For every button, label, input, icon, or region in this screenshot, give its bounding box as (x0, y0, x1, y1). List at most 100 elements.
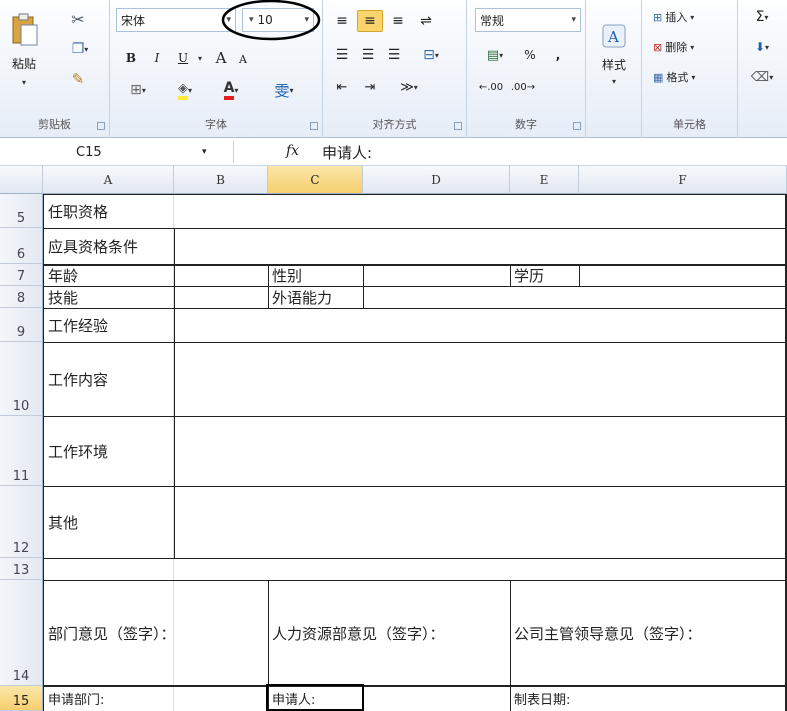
align-top-button[interactable]: ≡ (331, 10, 353, 32)
format-painter-button[interactable]: ✎ (58, 68, 98, 90)
bold-button[interactable]: B (120, 46, 142, 70)
underline-dropdown[interactable]: ▾ (194, 46, 206, 70)
row-header-11[interactable]: 11 (0, 416, 43, 486)
chevron-down-icon: ▾ (202, 147, 207, 157)
increase-indent-icon: ⇥ (364, 79, 376, 95)
alignment-group: ≡ ≡ ≡ ⇌ ☰ ☰ ☰ ⊟ ▾ ⇤ ⇥ ≫ ▾ 对齐方式 (323, 0, 467, 138)
name-box[interactable]: C15 ▾ (4, 141, 234, 163)
fill-button[interactable]: ⬇ ▾ (744, 36, 780, 58)
cell-e14[interactable]: 公司主管领导意见（签字）： (514, 580, 702, 686)
cell-c14[interactable]: 人力资源部意见（签字）： (272, 580, 445, 686)
fill-color-button[interactable]: ◈ ▾ (164, 78, 206, 102)
row-header-15[interactable]: 15 (0, 686, 43, 711)
select-all-corner[interactable] (0, 166, 43, 194)
currency-icon: ▤ (486, 47, 500, 63)
align-right-button[interactable]: ☰ (383, 44, 405, 66)
cell-a8[interactable]: 技能 (48, 286, 78, 308)
row-header-8[interactable]: 8 (0, 286, 43, 308)
cell-c8[interactable]: 外语能力 (272, 286, 332, 308)
svg-text:A: A (607, 28, 619, 46)
cell-a10[interactable]: 工作内容 (48, 342, 108, 416)
number-format-combo[interactable]: 常规 ▾ (475, 8, 581, 32)
align-left-icon: ☰ (335, 47, 349, 63)
border-row-11-top (43, 416, 785, 417)
cell-c15[interactable]: 申请人: (272, 686, 315, 711)
orientation-button[interactable]: ≫ ▾ (389, 76, 429, 98)
cell-a5[interactable]: 任职资格 (48, 194, 108, 228)
cell-a15[interactable]: 申请部门: (48, 686, 104, 711)
highlight-ellipse (221, 0, 321, 41)
format-button[interactable]: ▦ 格式 ▾ (652, 66, 732, 88)
cut-button[interactable]: ✂ (58, 8, 98, 30)
formula-input[interactable]: 申请人: (322, 142, 372, 163)
styles-button[interactable]: A 样式 ▾ (592, 6, 636, 102)
column-header-b[interactable]: B (174, 166, 268, 194)
decrease-decimal-icon: .00→ (510, 81, 536, 93)
autosum-button[interactable]: Σ ▾ (744, 6, 780, 28)
column-header-f[interactable]: F (579, 166, 787, 194)
border-button[interactable]: ⊞ ▾ (118, 78, 158, 102)
border-row-8-top (43, 286, 785, 287)
delete-button[interactable]: ⊠ 删除 ▾ (652, 36, 732, 58)
font-name-combo[interactable]: 宋体 ▾ (116, 8, 236, 32)
row-header-5[interactable]: 5 (0, 194, 43, 228)
align-right-icon: ☰ (387, 47, 401, 63)
row-header-12[interactable]: 12 (0, 486, 43, 558)
underline-button[interactable]: U (172, 46, 194, 70)
row-header-10[interactable]: 10 (0, 342, 43, 416)
column-header-d[interactable]: D (363, 166, 510, 194)
insert-button[interactable]: ⊞ 插入 ▾ (652, 6, 732, 28)
column-header-c[interactable]: C (268, 166, 363, 194)
cell-a11[interactable]: 工作环境 (48, 416, 108, 486)
copy-button[interactable]: ❐ ▾ (58, 38, 102, 60)
font-color-button[interactable]: A ▾ (210, 78, 252, 102)
row-header-14[interactable]: 14 (0, 580, 43, 686)
increase-indent-button[interactable]: ⇥ (359, 76, 381, 98)
decrease-decimal-button[interactable]: .00→ (509, 76, 537, 98)
merge-center-button[interactable]: ⊟ ▾ (411, 44, 451, 66)
align-bottom-button[interactable]: ≡ (387, 10, 409, 32)
clipboard-launcher[interactable] (97, 122, 105, 130)
paste-button[interactable]: 粘贴 ▾ (6, 4, 42, 96)
clear-button[interactable]: ⌫ ▾ (744, 66, 780, 88)
alignment-launcher[interactable] (454, 122, 462, 130)
grow-font-button[interactable]: A (210, 46, 232, 70)
align-center-button[interactable]: ☰ (357, 44, 379, 66)
cell-e15[interactable]: 制表日期: (514, 686, 570, 711)
styles-label: 样式 (601, 58, 626, 72)
column-header-a[interactable]: A (43, 166, 174, 194)
phonetic-button[interactable]: 雯 ▾ (262, 78, 306, 102)
cell-a9[interactable]: 工作经验 (48, 308, 108, 342)
decrease-indent-button[interactable]: ⇤ (331, 76, 353, 98)
align-center-icon: ☰ (361, 47, 375, 63)
brush-icon: ✎ (71, 70, 85, 88)
cell-a14[interactable]: 部门意见（签字）： (48, 580, 176, 686)
increase-decimal-button[interactable]: ←.00 (477, 76, 505, 98)
font-launcher[interactable] (310, 122, 318, 130)
cell-c7[interactable]: 性别 (272, 264, 302, 286)
comma-button[interactable]: , (547, 44, 569, 66)
paste-label: 粘贴 (11, 57, 36, 71)
border-row-6-top (43, 228, 785, 229)
row-header-7[interactable]: 7 (0, 264, 43, 286)
align-middle-button[interactable]: ≡ (357, 10, 383, 32)
row-header-9[interactable]: 9 (0, 308, 43, 342)
cell-a6[interactable]: 应具资格条件 (48, 228, 138, 264)
cell-a12[interactable]: 其他 (48, 486, 78, 558)
cell-e7[interactable]: 学历 (514, 264, 544, 286)
cell-a7[interactable]: 年龄 (48, 264, 78, 286)
italic-button[interactable]: I (146, 46, 168, 70)
percent-button[interactable]: % (519, 44, 541, 66)
row-header-6[interactable]: 6 (0, 228, 43, 264)
align-left-button[interactable]: ☰ (331, 44, 353, 66)
shrink-font-button[interactable]: A (234, 48, 252, 70)
row-header-13[interactable]: 13 (0, 558, 43, 580)
fill-down-icon: ⬇ (754, 40, 766, 54)
wrap-text-button[interactable]: ⇌ (415, 10, 437, 32)
column-header-e[interactable]: E (510, 166, 579, 194)
number-launcher[interactable] (573, 122, 581, 130)
currency-button[interactable]: ▤ ▾ (477, 44, 513, 66)
insert-icon: ⊞ (653, 10, 663, 24)
font-group: 宋体 ▾ ▾ 10 ▾ B I U ▾ A A ⊞ ▾ ◈ ▾ A ▾ 雯 ▾ 字体 (110, 0, 323, 138)
insert-function-icon[interactable]: fx (286, 143, 299, 159)
